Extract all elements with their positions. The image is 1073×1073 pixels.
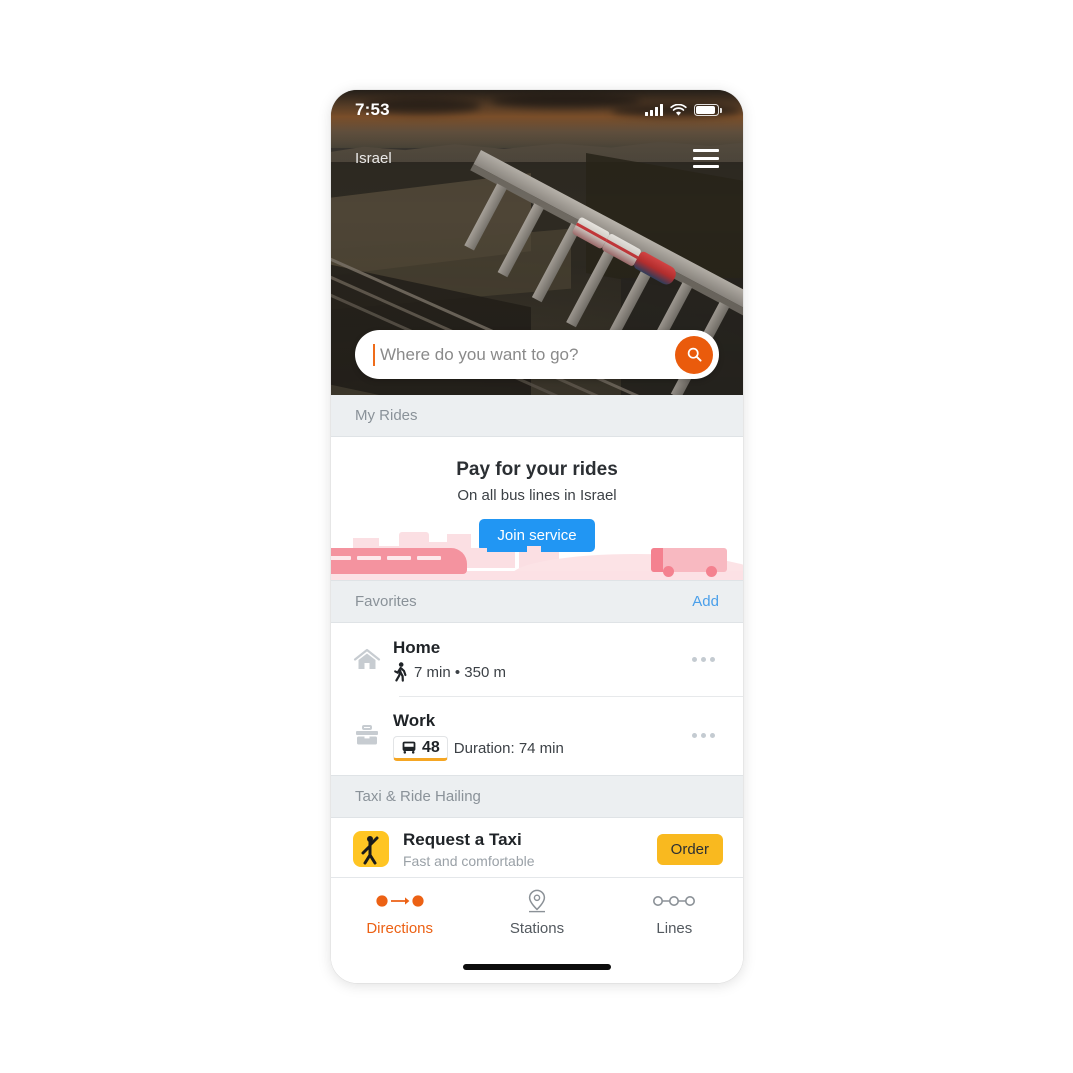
tab-directions[interactable]: Directions	[331, 890, 468, 983]
lines-icon	[650, 890, 698, 912]
promo-subtitle: On all bus lines in Israel	[457, 487, 617, 504]
favorite-meta: 48 Duration: 74 min	[393, 735, 684, 761]
search-button[interactable]	[675, 335, 713, 374]
directions-icon	[376, 890, 424, 912]
taxi-body: Request a Taxi Fast and comfortable	[403, 830, 643, 869]
region-label: Israel	[355, 149, 392, 167]
favorite-body: Home 7 min • 350 m	[393, 637, 684, 682]
favorite-body: Work 48 Duration: 74 min	[393, 710, 684, 761]
status-icons	[645, 103, 722, 117]
section-header-my-rides: My Rides	[331, 395, 743, 437]
hero-image: 7:53 Israel Where do you want to go?	[331, 90, 743, 395]
favorite-icon	[353, 647, 393, 673]
taxi-title: Request a Taxi	[403, 829, 522, 849]
battery-icon	[694, 104, 722, 116]
briefcase-icon	[356, 725, 378, 745]
status-time: 7:53	[355, 100, 390, 119]
tab-label-directions: Directions	[366, 920, 433, 937]
tab-label-stations: Stations	[509, 920, 565, 937]
taxi-list: Request a Taxi Fast and comfortable Orde…	[331, 817, 743, 881]
promo-title: Pay for your rides	[456, 459, 618, 480]
map-pin-icon	[524, 889, 550, 913]
bottom-tab-bar: Directions Stations Lines	[331, 877, 743, 983]
status-bar: 7:53	[331, 90, 743, 130]
favorite-name: Home	[393, 638, 441, 657]
favorite-options-home[interactable]	[684, 649, 723, 670]
hero-top-bar: Israel	[331, 140, 743, 176]
walking-icon	[394, 662, 407, 682]
search-icon	[687, 347, 702, 362]
screenshot-canvas: 7:53 Israel Where do you want to go? My …	[0, 0, 1073, 1073]
search-bar[interactable]: Where do you want to go?	[355, 330, 719, 379]
bus-line-number: 48	[422, 738, 440, 756]
search-input[interactable]: Where do you want to go?	[380, 345, 675, 365]
favorites-list: Home 7 min • 350 m Work 48 Duration: 74 …	[331, 623, 743, 775]
taxi-hail-icon	[353, 831, 389, 867]
section-title: My Rides	[355, 407, 418, 424]
bus-icon	[402, 741, 416, 754]
favorite-row-home[interactable]: Home 7 min • 350 m	[331, 623, 743, 696]
order-taxi-button[interactable]: Order	[656, 833, 723, 865]
promo-card: Pay for your rides On all bus lines in I…	[331, 437, 743, 580]
hamburger-menu-icon[interactable]	[693, 148, 719, 168]
illustration-train	[331, 548, 467, 574]
favorite-icon	[353, 722, 393, 748]
favorite-meta-text: 7 min • 350 m	[414, 663, 506, 681]
illustration-building	[483, 555, 511, 568]
tab-label-lines: Lines	[656, 920, 693, 937]
section-header-taxi: Taxi & Ride Hailing	[331, 774, 743, 818]
wifi-icon	[670, 103, 687, 116]
illustration-bus	[651, 548, 727, 577]
home-indicator	[463, 964, 611, 970]
favorite-name: Work	[393, 711, 436, 731]
section-header-favorites: Favorites Add	[331, 580, 743, 623]
taxi-row-request[interactable]: Request a Taxi Fast and comfortable Orde…	[331, 818, 743, 881]
favorite-row-work[interactable]: Work 48 Duration: 74 min	[331, 696, 743, 774]
bus-line-badge: 48	[393, 735, 448, 761]
text-caret	[373, 343, 375, 366]
phone-frame: 7:53 Israel Where do you want to go? My …	[331, 90, 743, 983]
favorite-meta: 7 min • 350 m	[393, 662, 684, 682]
section-title: Favorites	[355, 593, 417, 610]
add-favorite-button[interactable]: Add	[692, 593, 719, 610]
signal-icon	[645, 104, 663, 116]
section-title: Taxi & Ride Hailing	[355, 787, 481, 805]
tab-lines[interactable]: Lines	[606, 890, 743, 983]
promo-illustration	[331, 532, 743, 580]
favorite-options-work[interactable]	[684, 725, 723, 746]
favorite-meta-text: Duration: 74 min	[453, 739, 564, 757]
search-container: Where do you want to go?	[355, 330, 719, 379]
taxi-subtitle: Fast and comfortable	[403, 852, 535, 869]
house-icon	[353, 648, 381, 669]
taxi-hail-glyph	[361, 836, 379, 865]
